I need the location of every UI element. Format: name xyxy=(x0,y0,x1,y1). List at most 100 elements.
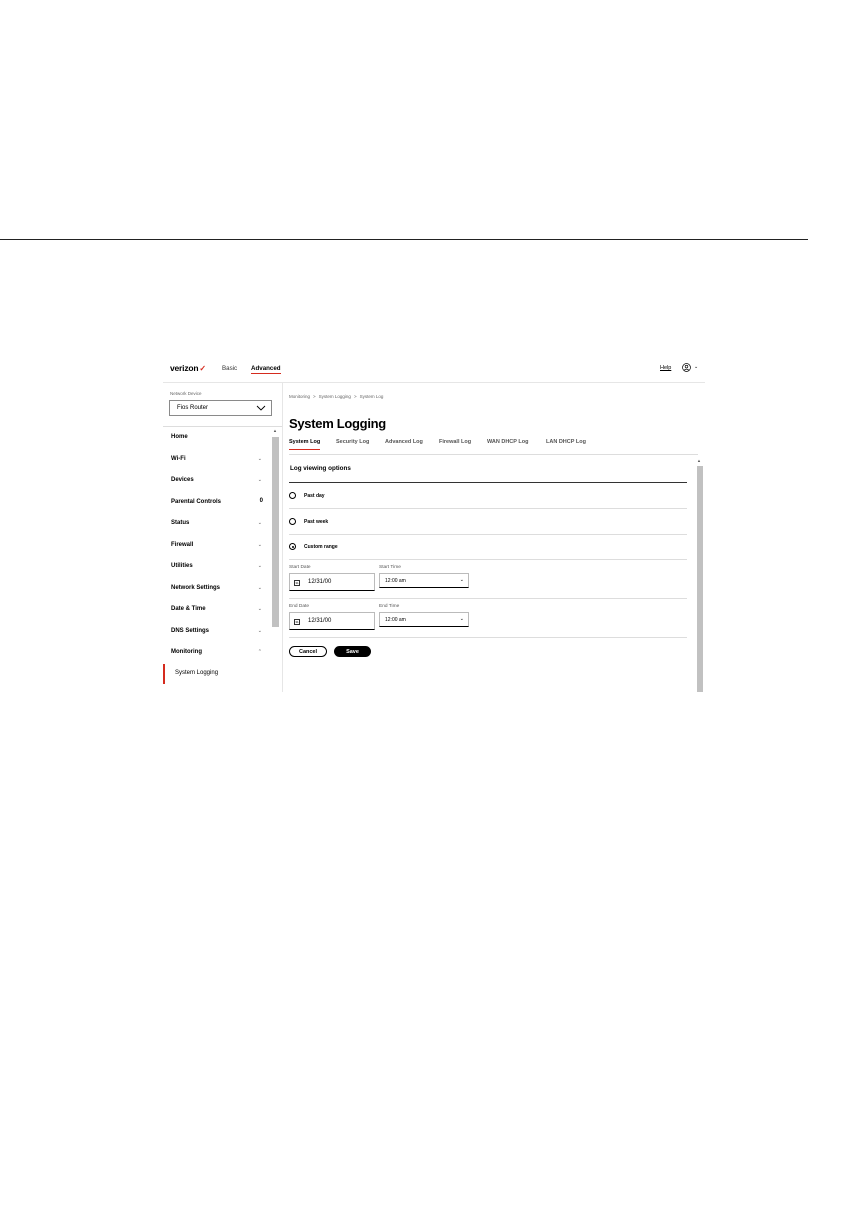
sidebar-item-label: Date & Time xyxy=(171,606,206,612)
chevron-down-icon: ⌄ xyxy=(257,455,262,462)
tab-firewall-log[interactable]: Firewall Log xyxy=(439,439,471,449)
radio-label-custom-range: Custom range xyxy=(304,544,338,550)
row-divider xyxy=(289,534,687,535)
row-divider xyxy=(289,508,687,509)
tab-advanced-log[interactable]: Advanced Log xyxy=(385,439,423,449)
sidebar-item-monitoring[interactable]: Monitoring ⌃ xyxy=(163,642,271,664)
radio-custom-range[interactable] xyxy=(289,543,296,550)
tab-system-log[interactable]: System Log xyxy=(289,439,321,450)
sidebar-item-label: Utilities xyxy=(171,563,193,569)
nav-tab-basic[interactable]: Basic xyxy=(222,365,237,372)
log-options-panel: Log viewing options Past day Past week C… xyxy=(289,458,697,692)
scrollbar-thumb[interactable] xyxy=(697,466,703,692)
save-button[interactable]: Save xyxy=(334,646,371,657)
row-divider xyxy=(289,598,687,599)
user-account-icon[interactable] xyxy=(682,363,691,372)
network-device-select[interactable]: Fios Router xyxy=(169,400,272,416)
verizon-logo: verizon✓ xyxy=(170,363,206,373)
tab-wan-dhcp-log[interactable]: WAN DHCP Log xyxy=(487,439,528,449)
scroll-up-icon[interactable]: ▲ xyxy=(273,428,277,433)
chevron-down-icon: ⌄ xyxy=(459,577,464,583)
log-tabs: System Log Security Log Advanced Log Fir… xyxy=(289,439,698,455)
sidebar-subitem-label: System Logging xyxy=(175,669,219,676)
radio-label-past-day: Past day xyxy=(304,493,325,499)
scrollbar-thumb[interactable] xyxy=(272,437,279,627)
breadcrumb: Monitoring > System Logging > System Log xyxy=(289,394,386,399)
sidebar: Network Device Fios Router Home Wi-Fi ⌄ D… xyxy=(163,383,283,692)
sidebar-scrollbar[interactable]: ▲ xyxy=(271,427,280,692)
chevron-down-icon: ⌄ xyxy=(257,606,262,612)
sidebar-item-devices[interactable]: Devices ⌄ xyxy=(163,470,271,492)
router-app-window: verizon✓ Basic Advanced Help ⌄ Network D… xyxy=(163,358,705,692)
sidebar-item-parental-controls[interactable]: Parental Controls 0 xyxy=(163,492,271,514)
sidebar-item-network-settings[interactable]: Network Settings ⌄ xyxy=(163,578,271,600)
start-date-value: 12/31/00 xyxy=(308,579,332,585)
sidebar-item-label: Status xyxy=(171,520,190,526)
end-date-value: 12/31/00 xyxy=(308,618,332,624)
chevron-down-icon[interactable]: ⌄ xyxy=(694,364,698,370)
sidebar-item-label: DNS Settings xyxy=(171,627,210,634)
chevron-down-icon: ⌄ xyxy=(257,520,262,526)
sidebar-subitem-system-logging[interactable]: System Logging xyxy=(163,663,271,684)
page-title: System Logging xyxy=(289,416,386,431)
radio-past-day[interactable] xyxy=(289,492,296,499)
breadcrumb-item-system-log: System Log xyxy=(359,394,384,399)
sidebar-item-status[interactable]: Status ⌄ xyxy=(163,513,271,535)
calendar-icon[interactable]: 31 xyxy=(294,580,300,586)
sidebar-item-firewall[interactable]: Firewall ⌄ xyxy=(163,535,271,557)
row-divider xyxy=(289,637,687,638)
sidebar-item-label: Wi-Fi xyxy=(171,455,186,462)
chevron-down-icon: ⌄ xyxy=(459,616,464,622)
chevron-up-icon: ⌃ xyxy=(257,649,262,655)
breadcrumb-separator: > xyxy=(313,394,316,399)
sidebar-item-utilities[interactable]: Utilities ⌄ xyxy=(163,556,271,578)
scroll-up-icon[interactable]: ▲ xyxy=(697,458,701,463)
cancel-button[interactable]: Cancel xyxy=(289,646,327,657)
chevron-down-icon: ⌄ xyxy=(257,563,262,569)
start-date-field[interactable]: 31 12/31/00 xyxy=(289,573,375,591)
end-time-label: End Time xyxy=(379,604,400,609)
help-link[interactable]: Help xyxy=(660,365,671,371)
network-device-label: Network Device xyxy=(170,391,202,396)
chevron-down-icon xyxy=(256,405,266,411)
sidebar-item-label: Monitoring xyxy=(171,649,202,655)
sidebar-item-label: Parental Controls xyxy=(171,498,222,505)
chevron-down-icon: ⌄ xyxy=(257,627,262,634)
radio-past-week[interactable] xyxy=(289,518,296,525)
breadcrumb-item-system-logging[interactable]: System Logging xyxy=(319,394,351,399)
chevron-down-icon: ⌄ xyxy=(257,541,262,548)
start-time-select[interactable]: 12:00 am ⌄ xyxy=(379,573,469,588)
sidebar-item-dns-settings[interactable]: DNS Settings ⌄ xyxy=(163,621,271,643)
nav-tab-advanced[interactable]: Advanced xyxy=(251,365,281,374)
start-time-label: Start Time xyxy=(379,565,401,570)
sidebar-item-date-time[interactable]: Date & Time ⌄ xyxy=(163,599,271,621)
page-divider-rule xyxy=(0,239,808,240)
tab-security-log[interactable]: Security Log xyxy=(336,439,369,449)
end-date-field[interactable]: 31 12/31/00 xyxy=(289,612,375,630)
end-time-select[interactable]: 12:00 am ⌄ xyxy=(379,612,469,627)
row-divider xyxy=(289,559,687,560)
panel-scrollbar[interactable]: ▲ xyxy=(696,458,704,692)
sidebar-item-wifi[interactable]: Wi-Fi ⌄ xyxy=(163,449,271,471)
section-title: Log viewing options xyxy=(290,465,351,472)
radio-label-past-week: Past week xyxy=(304,519,329,525)
breadcrumb-separator: > xyxy=(353,394,357,399)
sidebar-item-label: Firewall xyxy=(171,541,194,548)
network-device-value: Fios Router xyxy=(177,405,209,411)
start-time-value: 12:00 am xyxy=(385,578,406,584)
sidebar-item-label: Devices xyxy=(171,477,194,483)
sidebar-item-home[interactable]: Home xyxy=(163,427,271,449)
end-time-value: 12:00 am xyxy=(385,617,406,623)
sidebar-item-label: Network Settings xyxy=(171,584,221,591)
start-date-label: Start Date xyxy=(289,565,311,570)
count-badge: 0 xyxy=(259,497,263,504)
section-divider xyxy=(289,482,687,483)
calendar-icon[interactable]: 31 xyxy=(294,619,300,625)
tab-lan-dhcp-log[interactable]: LAN DHCP Log xyxy=(546,439,586,449)
sidebar-item-label: Home xyxy=(171,434,188,440)
breadcrumb-item-monitoring[interactable]: Monitoring xyxy=(289,394,310,399)
chevron-down-icon: ⌄ xyxy=(257,584,262,591)
top-navigation: verizon✓ Basic Advanced Help ⌄ xyxy=(163,358,705,383)
sidebar-menu: Home Wi-Fi ⌄ Devices ⌄ Parental Controls 0 … xyxy=(163,427,271,684)
end-date-label: End Date xyxy=(289,604,310,609)
